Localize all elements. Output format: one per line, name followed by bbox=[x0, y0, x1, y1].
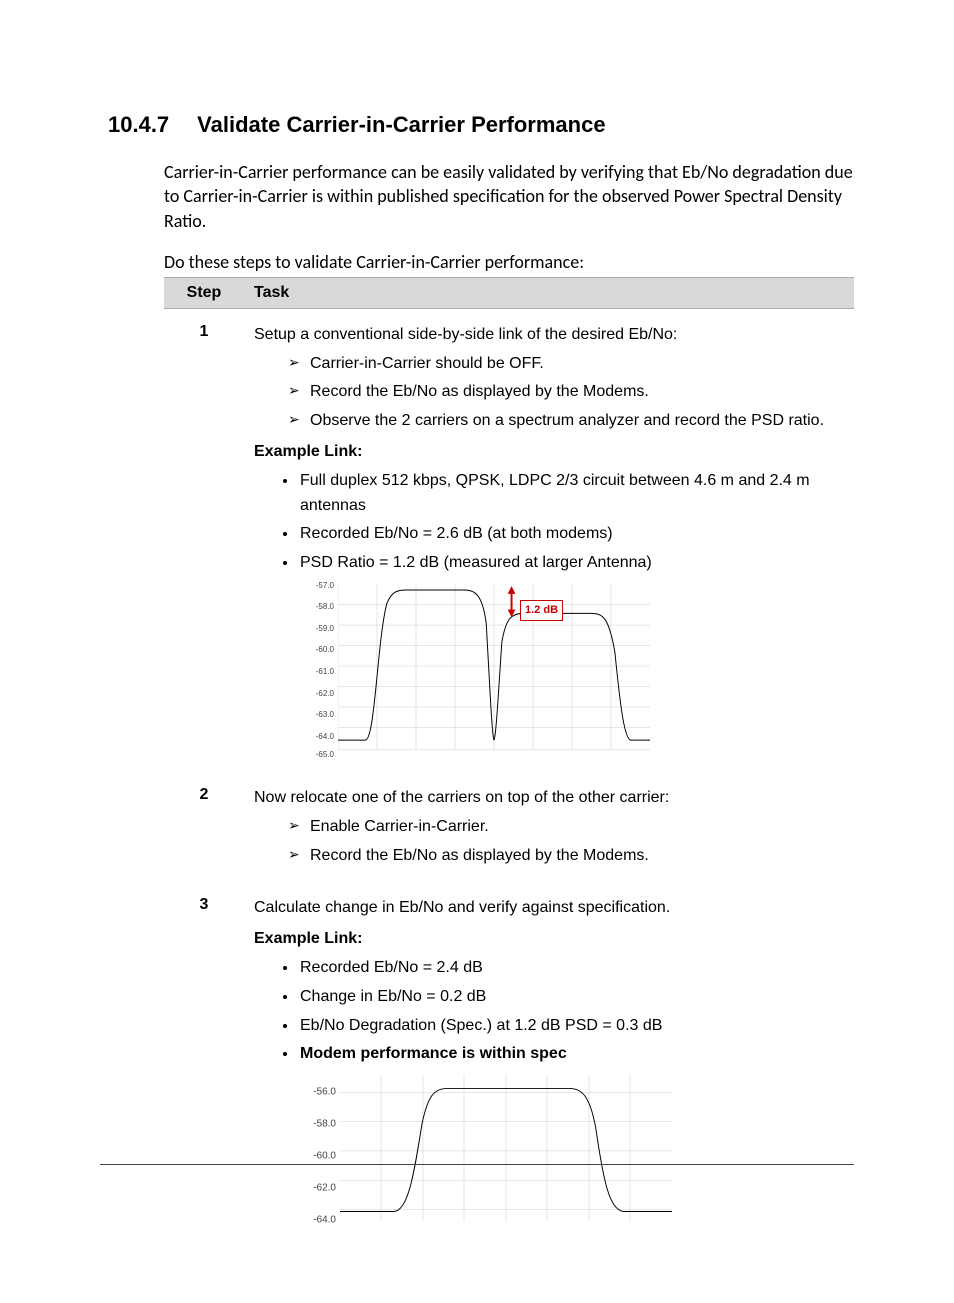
y-tick: -64.0 bbox=[310, 1213, 336, 1229]
footer-rule bbox=[100, 1164, 854, 1165]
arrow-item: Record the Eb/No as displayed by the Mod… bbox=[288, 380, 844, 405]
arrow-item: Observe the 2 carriers on a spectrum ana… bbox=[288, 409, 844, 434]
spectrum-chart-1: -57.0 -58.0 -59.0 -60.0 -61.0 -62.0 -63.… bbox=[310, 582, 650, 762]
step-number: 1 bbox=[164, 308, 244, 772]
step-number: 3 bbox=[164, 882, 244, 1243]
step-task: Setup a conventional side-by-side link o… bbox=[244, 308, 854, 772]
disc-item: Full duplex 512 kbps, QPSK, LDPC 2/3 cir… bbox=[298, 469, 844, 519]
y-tick: -62.0 bbox=[310, 1181, 336, 1197]
disc-item: Change in Eb/No = 0.2 dB bbox=[298, 985, 844, 1010]
chart-svg bbox=[340, 1073, 672, 1223]
chart-svg bbox=[338, 582, 650, 752]
y-tick: -59.0 bbox=[310, 623, 334, 635]
lead-in-text: Do these steps to validate Carrier-in-Ca… bbox=[164, 251, 854, 273]
disc-item: Recorded Eb/No = 2.6 dB (at both modems) bbox=[298, 522, 844, 547]
arrow-item: Carrier-in-Carrier should be OFF. bbox=[288, 352, 844, 377]
disc-item: Recorded Eb/No = 2.4 dB bbox=[298, 956, 844, 981]
step-task: Calculate change in Eb/No and verify aga… bbox=[244, 882, 854, 1243]
y-tick: -60.0 bbox=[310, 1149, 336, 1165]
table-row: 2 Now relocate one of the carriers on to… bbox=[164, 772, 854, 882]
y-tick: -62.0 bbox=[310, 687, 334, 699]
y-tick: -60.0 bbox=[310, 644, 334, 656]
y-tick: -64.0 bbox=[310, 731, 334, 743]
disc-item: Eb/No Degradation (Spec.) at 1.2 dB PSD … bbox=[298, 1014, 844, 1039]
disc-list: Full duplex 512 kbps, QPSK, LDPC 2/3 cir… bbox=[298, 469, 844, 576]
step-task: Now relocate one of the carriers on top … bbox=[244, 772, 854, 882]
y-tick: -61.0 bbox=[310, 666, 334, 678]
arrow-list: Carrier-in-Carrier should be OFF. Record… bbox=[288, 352, 844, 434]
disc-list: Recorded Eb/No = 2.4 dB Change in Eb/No … bbox=[298, 956, 844, 1067]
task-line: Calculate change in Eb/No and verify aga… bbox=[254, 896, 844, 921]
section-heading: 10.4.7 Validate Carrier-in-Carrier Perfo… bbox=[108, 112, 854, 138]
table-row: 1 Setup a conventional side-by-side link… bbox=[164, 308, 854, 772]
task-line: Setup a conventional side-by-side link o… bbox=[254, 323, 844, 348]
y-tick: -65.0 bbox=[310, 749, 334, 761]
psd-ratio-callout: 1.2 dB bbox=[520, 600, 563, 621]
arrow-item: Record the Eb/No as displayed by the Mod… bbox=[288, 844, 844, 869]
col-task: Task bbox=[244, 277, 854, 308]
y-tick: -63.0 bbox=[310, 709, 334, 721]
table-header-row: Step Task bbox=[164, 277, 854, 308]
y-tick: -57.0 bbox=[310, 579, 334, 591]
page: 10.4.7 Validate Carrier-in-Carrier Perfo… bbox=[0, 0, 954, 1303]
y-tick: -56.0 bbox=[310, 1085, 336, 1101]
example-link-label: Example Link: bbox=[254, 927, 844, 952]
y-tick: -58.0 bbox=[310, 1117, 336, 1133]
task-line: Now relocate one of the carriers on top … bbox=[254, 786, 844, 811]
col-step: Step bbox=[164, 277, 244, 308]
spectrum-chart-2: -56.0 -58.0 -60.0 -62.0 -64.0 bbox=[310, 1073, 672, 1233]
disc-item: PSD Ratio = 1.2 dB (measured at larger A… bbox=[298, 551, 844, 576]
example-link-label: Example Link: bbox=[254, 440, 844, 465]
section-number: 10.4.7 bbox=[108, 112, 169, 138]
y-tick: -58.0 bbox=[310, 601, 334, 613]
steps-table: Step Task 1 Setup a conventional side-by… bbox=[164, 277, 854, 1243]
step-number: 2 bbox=[164, 772, 244, 882]
disc-item-bold: Modem performance is within spec bbox=[298, 1042, 844, 1067]
intro-paragraph: Carrier-in-Carrier performance can be ea… bbox=[164, 160, 854, 233]
arrow-item: Enable Carrier-in-Carrier. bbox=[288, 815, 844, 840]
arrow-list: Enable Carrier-in-Carrier. Record the Eb… bbox=[288, 815, 844, 869]
table-row: 3 Calculate change in Eb/No and verify a… bbox=[164, 882, 854, 1243]
section-title: Validate Carrier-in-Carrier Performance bbox=[197, 112, 605, 138]
